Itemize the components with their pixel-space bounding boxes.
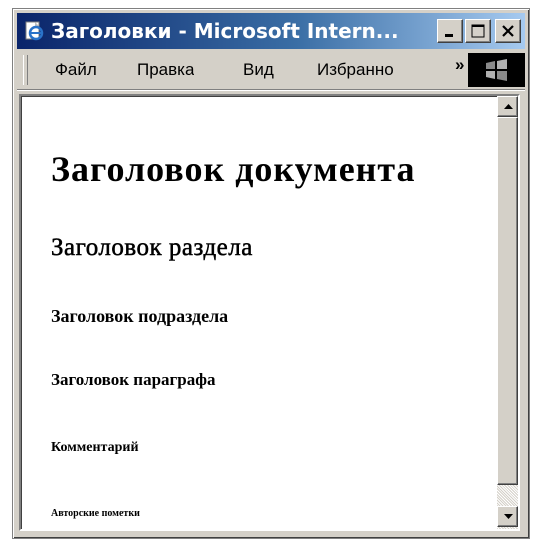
- vertical-scrollbar[interactable]: [497, 96, 518, 529]
- minimize-button[interactable]: [437, 19, 463, 43]
- ie-page-icon[interactable]: [23, 20, 45, 42]
- menu-item-favorites[interactable]: Избранно: [317, 59, 447, 81]
- scroll-up-button[interactable]: [497, 96, 518, 117]
- heading-5: Комментарий: [51, 440, 139, 455]
- menu-item-edit[interactable]: Правка: [137, 59, 194, 81]
- title-bar[interactable]: Заголовки - Microsoft Intern...: [17, 13, 525, 49]
- menu-item-file[interactable]: Файл: [55, 59, 97, 81]
- throbber: [468, 53, 525, 87]
- close-icon: [502, 25, 514, 37]
- close-button[interactable]: [495, 19, 521, 43]
- document-body: Заголовок документа Заголовок раздела За…: [21, 96, 497, 529]
- scroll-up-arrow-icon: [504, 104, 513, 109]
- toolbar-grip[interactable]: [23, 55, 28, 85]
- heading-3: Заголовок подраздела: [51, 306, 229, 326]
- heading-6: Авторские пометки: [51, 508, 140, 519]
- scroll-thumb[interactable]: [497, 117, 518, 485]
- menu-separator: [17, 89, 525, 91]
- scroll-down-button[interactable]: [497, 506, 518, 527]
- heading-4: Заголовок параграфа: [51, 370, 216, 389]
- window-title: Заголовки - Microsoft Intern...: [51, 19, 399, 43]
- menu-item-view[interactable]: Вид: [243, 59, 274, 81]
- windows-logo-icon: [486, 59, 507, 81]
- minimize-icon: [445, 34, 453, 37]
- heading-2: Заголовок раздела: [51, 234, 253, 262]
- menu-bar: Файл Правка Вид Избранно »: [17, 51, 525, 89]
- maximize-button[interactable]: [465, 19, 491, 43]
- scroll-down-arrow-icon: [504, 514, 513, 519]
- maximize-icon: [471, 24, 485, 38]
- menu-more-chevron[interactable]: »: [455, 55, 464, 75]
- page-viewport[interactable]: Заголовок документа Заголовок раздела За…: [19, 94, 520, 531]
- heading-1: Заголовок документа: [51, 149, 416, 189]
